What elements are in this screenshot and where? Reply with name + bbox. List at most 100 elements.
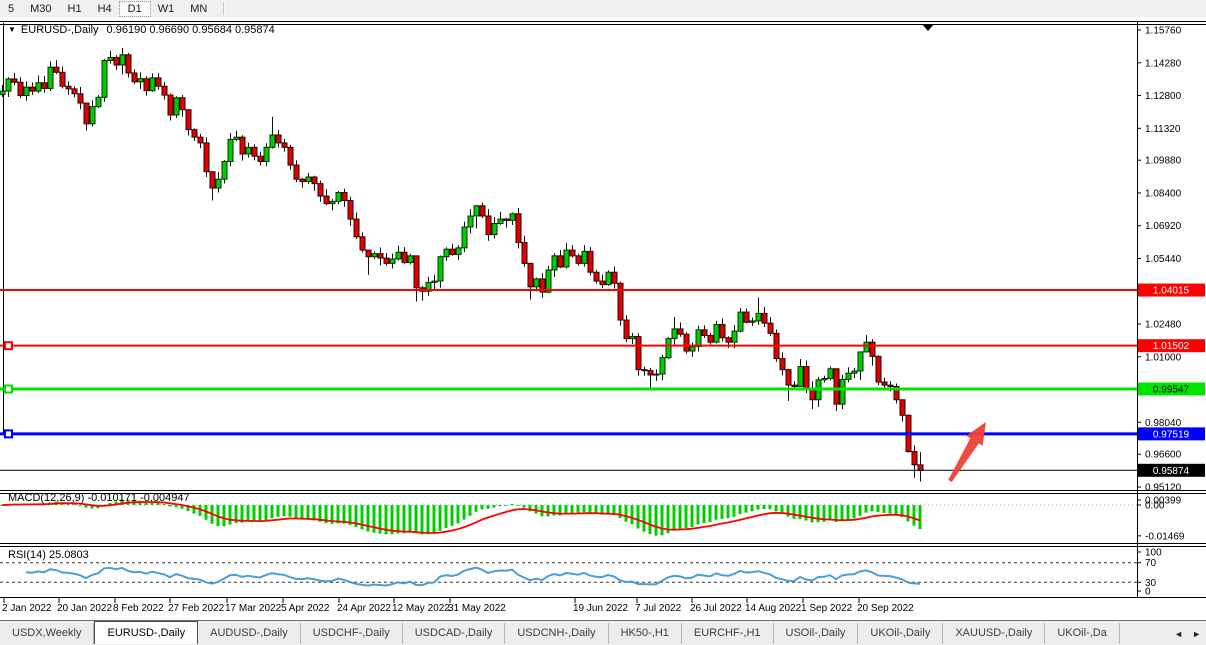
tab-eurchf-h1[interactable]: EURCHF-,H1 <box>682 623 774 644</box>
rsi-axis-label: 100 <box>1145 548 1162 559</box>
tab-usdcad-daily[interactable]: USDCAD-,Daily <box>403 623 506 644</box>
tab-audusd-daily[interactable]: AUDUSD-,Daily <box>198 623 301 644</box>
candle-up <box>750 321 755 322</box>
tab-usoil-daily[interactable]: USOil-,Daily <box>774 623 859 644</box>
trend-arrow-object[interactable] <box>948 422 986 482</box>
tab-ukoil-daily[interactable]: UKOil-,Daily <box>858 623 943 644</box>
candle-up <box>822 378 827 379</box>
macd-bar <box>427 505 430 534</box>
date-tick-label[interactable]: 8 Feb 2022 <box>113 603 164 614</box>
date-tick-label[interactable]: 31 May 2022 <box>448 603 506 614</box>
date-tick-label[interactable]: 1 Sep 2022 <box>801 603 853 614</box>
candle-down <box>168 95 173 115</box>
candle-up <box>372 254 377 257</box>
tab-xauusd-daily[interactable]: XAUUSD-,Daily <box>943 623 1045 644</box>
macd-bar <box>919 505 922 529</box>
macd-bar <box>907 505 910 521</box>
rsi-line <box>26 568 920 586</box>
macd-bar <box>757 505 760 510</box>
candle-up <box>756 313 761 321</box>
candle-up <box>390 259 395 263</box>
tab-ukoil-da[interactable]: UKOil-,Da <box>1045 623 1120 644</box>
candle-down <box>870 342 875 356</box>
candle-down <box>594 272 599 281</box>
tab-scroll-right-icon[interactable]: ► <box>1192 629 1201 639</box>
date-tick-label[interactable]: 7 Jul 2022 <box>635 603 682 614</box>
macd-bar <box>859 505 862 516</box>
macd-bar <box>343 505 346 524</box>
tab-scroll-left-icon[interactable]: ◄ <box>1174 629 1183 639</box>
macd-bar <box>787 505 790 517</box>
date-tick-label[interactable]: 14 Aug 2022 <box>745 603 802 614</box>
date-tick-label[interactable]: 2 Jan 2022 <box>2 603 52 614</box>
candle-down <box>204 143 209 172</box>
candle-down <box>72 89 77 94</box>
date-tick-label[interactable]: 24 Apr 2022 <box>337 603 391 614</box>
date-tick-label[interactable]: 27 Feb 2022 <box>168 603 225 614</box>
macd-bar <box>829 505 832 520</box>
candle-down <box>624 320 629 339</box>
price-tick-label: 1.09880 <box>1145 156 1182 167</box>
tab-usdx-weekly[interactable]: USDX,Weekly <box>0 623 94 644</box>
candle-up <box>108 57 113 60</box>
macd-bar <box>751 505 754 511</box>
candle-down <box>342 193 347 201</box>
candle-down <box>180 98 185 110</box>
candle-up <box>438 257 443 281</box>
macd-bar <box>367 505 370 532</box>
candle-up <box>336 193 341 202</box>
tab-usdcnh-daily[interactable]: USDCNH-,Daily <box>505 623 608 644</box>
candle-down <box>144 79 149 91</box>
price-tick-label: 1.15760 <box>1145 26 1182 37</box>
price-tick-label: 1.02480 <box>1145 320 1182 331</box>
date-tick-label[interactable]: 20 Jan 2022 <box>57 603 112 614</box>
candle-down <box>600 281 605 285</box>
candle-up <box>474 206 479 216</box>
candle-up <box>90 107 95 124</box>
tab-hk50-h1[interactable]: HK50-,H1 <box>609 623 682 644</box>
date-tick-label[interactable]: 20 Sep 2022 <box>857 603 914 614</box>
candle-down <box>588 251 593 272</box>
hline-1.01502[interactable]: 1.01502 <box>0 339 1205 352</box>
price-tick-label: 1.08400 <box>1145 188 1182 199</box>
date-tick-label[interactable]: 19 Jun 2022 <box>573 603 628 614</box>
date-tick-label[interactable]: 17 Mar 2022 <box>225 603 282 614</box>
macd-bar <box>679 505 682 529</box>
date-tick-label[interactable]: 12 May 2022 <box>392 603 450 614</box>
macd-bar <box>487 505 490 509</box>
candle-up <box>510 214 515 221</box>
hline-handle[interactable] <box>5 430 12 437</box>
candle-down <box>132 73 137 82</box>
hline-0.99547[interactable]: 0.99547 <box>0 382 1205 395</box>
macd-bar <box>871 505 874 511</box>
candle-down <box>402 252 407 262</box>
macd-bar <box>715 505 718 520</box>
chart-canvas[interactable]: 1.157601.142801.128001.113201.098801.084… <box>0 0 1206 645</box>
price-tick-label: 1.11320 <box>1145 124 1181 135</box>
candle-down <box>744 312 749 322</box>
candle-down <box>804 367 809 389</box>
macd-bar <box>709 505 712 522</box>
hline-0.95874[interactable]: 0.95874 <box>0 464 1205 477</box>
macd-bar <box>721 505 724 519</box>
candle-down <box>156 78 161 86</box>
candle-up <box>852 371 857 373</box>
hline-0.97519[interactable]: 0.97519 <box>0 427 1205 440</box>
macd-bar <box>703 505 706 523</box>
tab-eurusd-daily[interactable]: EURUSD-,Daily <box>94 621 198 644</box>
date-tick-label[interactable]: 26 Jul 2022 <box>690 603 742 614</box>
tab-usdchf-daily[interactable]: USDCHF-,Daily <box>301 623 403 644</box>
hline-handle[interactable] <box>5 342 12 349</box>
candle-down <box>54 67 59 72</box>
candle-down <box>18 82 23 95</box>
hline-handle[interactable] <box>5 385 12 392</box>
macd-bar <box>847 505 850 520</box>
macd-bar <box>691 505 694 527</box>
candle-down <box>324 196 329 204</box>
candle-down <box>528 263 533 286</box>
macd-bar <box>433 505 436 534</box>
date-tick-label[interactable]: 5 Apr 2022 <box>281 603 330 614</box>
candle-up <box>828 369 833 379</box>
macd-bar <box>475 505 478 512</box>
candle-down <box>300 179 305 181</box>
